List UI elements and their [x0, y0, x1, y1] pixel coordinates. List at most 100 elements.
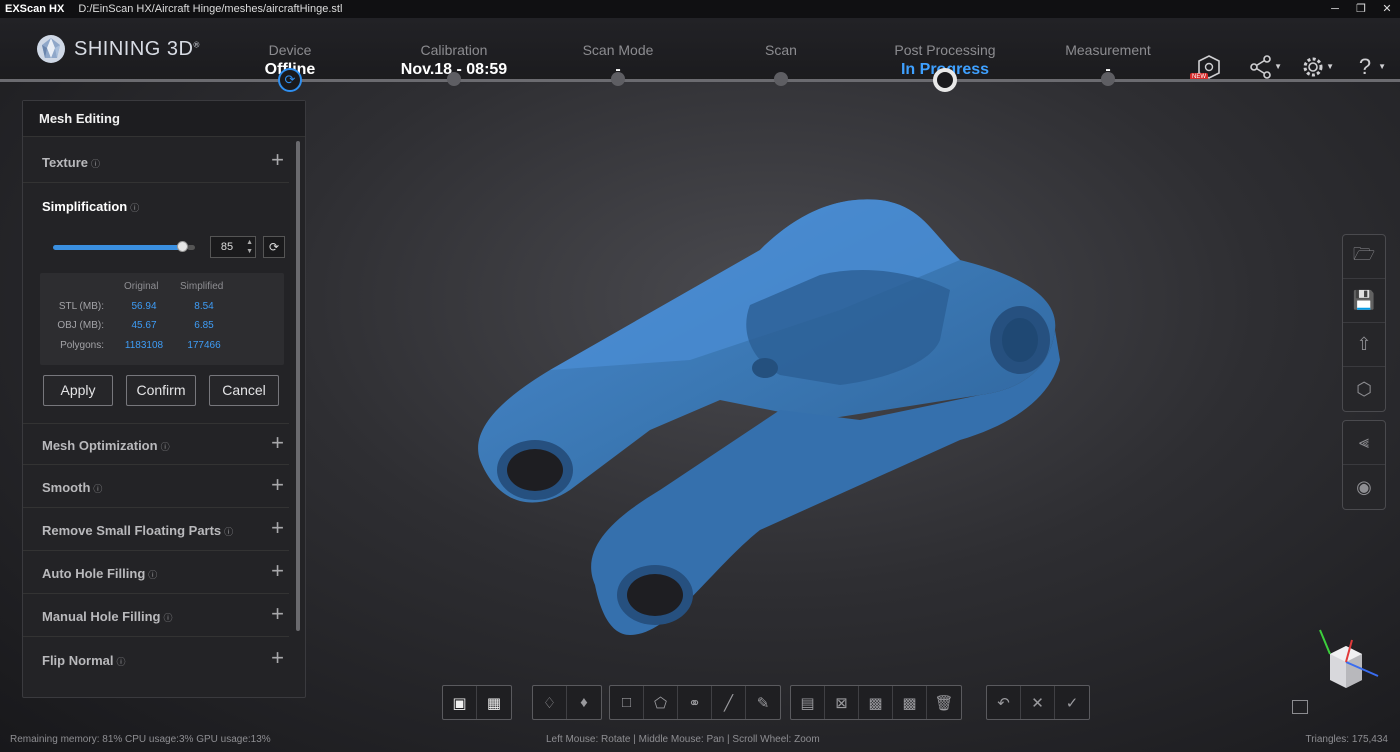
- chevron-down-icon: ▼: [1378, 62, 1386, 71]
- cancel-button[interactable]: Cancel: [209, 375, 279, 406]
- info-icon: ⓘ: [130, 203, 140, 213]
- view-mode-group: ▣ ▦: [442, 685, 512, 720]
- shining3d-logo: SHINING 3D®: [36, 34, 200, 64]
- fit-view-icon[interactable]: [1292, 700, 1308, 714]
- edit-actions-group: ↶ ✕ ✓: [986, 685, 1090, 720]
- section-mesh-optimization[interactable]: Mesh Optimization ⓘ +: [23, 423, 289, 465]
- step-node: [1101, 72, 1115, 86]
- panel-title: Mesh Editing: [23, 101, 305, 137]
- simplification-buttons: Apply Confirm Cancel: [43, 375, 279, 406]
- selection-actions-group: ▤ ⊠ ▩ ▩ 🗑: [790, 685, 962, 720]
- save-icon[interactable]: 💾: [1343, 279, 1385, 323]
- minimize-icon[interactable]: ─: [1322, 0, 1348, 18]
- rect-select-icon[interactable]: □: [610, 686, 644, 719]
- right-toolbar-view: ⫷ ◉: [1342, 420, 1386, 510]
- right-toolbar-file: 🗁 💾 ⇧ ⬡: [1342, 234, 1386, 412]
- layers-alt-icon[interactable]: ♦: [567, 686, 601, 719]
- new-features-icon[interactable]: NEW: [1190, 52, 1226, 82]
- section-smooth[interactable]: Smooth ⓘ +: [23, 466, 289, 508]
- delete-icon[interactable]: 🗑: [927, 686, 961, 719]
- mirror-icon[interactable]: ⫷: [1343, 421, 1385, 465]
- expand-plus-icon[interactable]: +: [271, 432, 284, 454]
- app-name: EXScan HX: [5, 3, 65, 15]
- logo-text: SHINING 3D®: [74, 37, 200, 60]
- view-perspective-icon[interactable]: ▣: [443, 686, 477, 719]
- workflow-progress-line: [0, 79, 1400, 82]
- brush-select-icon[interactable]: ✎: [746, 686, 780, 719]
- header: SHINING 3D® Device Offline Calibration N…: [0, 18, 1400, 82]
- layers-icon[interactable]: ♢: [533, 686, 567, 719]
- share-icon[interactable]: ▼: [1244, 52, 1282, 82]
- apply-button[interactable]: Apply: [43, 375, 113, 406]
- restore-icon[interactable]: ❐: [1348, 0, 1374, 18]
- step-scan[interactable]: Scan: [706, 42, 856, 61]
- info-icon: ⓘ: [163, 613, 173, 623]
- simplification-slider[interactable]: 85 ▲ ▼ ⟳: [53, 236, 293, 258]
- status-bar: Remaining memory: 81% CPU usage:3% GPU u…: [0, 730, 1400, 752]
- logo-gem-icon: [37, 35, 65, 63]
- step-node: [611, 72, 625, 86]
- undo-icon[interactable]: ↶: [987, 686, 1021, 719]
- lasso-select-icon[interactable]: ⚭: [678, 686, 712, 719]
- slider-fill: [53, 245, 187, 250]
- open-folder-icon[interactable]: 🗁: [1343, 235, 1385, 279]
- mesh-editing-panel: Mesh Editing Texture ⓘ + Simplification ⓘ …: [22, 100, 306, 698]
- eye-icon[interactable]: ◉: [1343, 465, 1385, 509]
- triangle-count: Triangles: 175,434: [1305, 734, 1388, 745]
- apply-check-icon[interactable]: ✓: [1055, 686, 1089, 719]
- axis-orientation-gizmo[interactable]: [1308, 622, 1388, 694]
- expand-plus-icon[interactable]: +: [271, 603, 284, 625]
- select-all-icon[interactable]: ▤: [791, 686, 825, 719]
- stepper-arrows-icon: ▲ ▼: [246, 239, 253, 255]
- expand-plus-icon[interactable]: +: [271, 149, 284, 171]
- window-controls: ─ ❐ ✕: [1322, 0, 1400, 18]
- deselect-icon[interactable]: ⊠: [825, 686, 859, 719]
- simplification-value-stepper[interactable]: 85 ▲ ▼: [210, 236, 256, 258]
- layers-group: ♢ ♦: [532, 685, 602, 720]
- info-icon: ⓘ: [160, 442, 170, 452]
- reset-icon[interactable]: ⟳: [263, 236, 285, 258]
- confirm-button[interactable]: Confirm: [126, 375, 196, 406]
- select-connected-icon[interactable]: ▩: [893, 686, 927, 719]
- settings-gear-icon[interactable]: ▼: [1296, 52, 1334, 82]
- info-icon: ⓘ: [224, 527, 234, 537]
- expand-plus-icon[interactable]: +: [271, 560, 284, 582]
- step-node: [447, 72, 461, 86]
- aircraft-hinge-mesh[interactable]: [460, 190, 1060, 650]
- info-icon: ⓘ: [91, 159, 101, 169]
- invert-select-icon[interactable]: ▩: [859, 686, 893, 719]
- info-icon: ⓘ: [93, 484, 103, 494]
- info-icon: ⓘ: [116, 657, 126, 667]
- section-flip-normal[interactable]: Flip Normal ⓘ +: [23, 639, 289, 681]
- title-bar: EXScan HX D:/EinScan HX/Aircraft Hinge/m…: [0, 0, 1400, 18]
- help-icon[interactable]: ? ▼: [1348, 52, 1386, 82]
- selection-tools-group: □ ⬠ ⚭ ╱ ✎: [609, 685, 781, 720]
- export-icon[interactable]: ⇧: [1343, 323, 1385, 367]
- cancel-icon[interactable]: ✕: [1021, 686, 1055, 719]
- view-box-icon[interactable]: ▦: [477, 686, 511, 719]
- poly-select-icon[interactable]: ⬠: [644, 686, 678, 719]
- step-node-active: [933, 68, 957, 92]
- info-icon: ⓘ: [148, 570, 158, 580]
- chevron-down-icon: ▼: [1326, 62, 1334, 71]
- top-icons: NEW ▼ ▼ ? ▼: [1190, 52, 1386, 82]
- device-refresh-icon[interactable]: ⟳: [278, 68, 302, 92]
- close-icon[interactable]: ✕: [1374, 0, 1400, 18]
- panel-scrollbar[interactable]: [296, 141, 300, 631]
- line-select-icon[interactable]: ╱: [712, 686, 746, 719]
- 3d-box-icon[interactable]: ⬡: [1343, 367, 1385, 411]
- section-remove-small-floating-parts[interactable]: Remove Small Floating Parts ⓘ +: [23, 509, 289, 551]
- slider-handle[interactable]: [177, 241, 188, 252]
- expand-plus-icon[interactable]: +: [271, 474, 284, 496]
- section-texture[interactable]: Texture ⓘ +: [23, 141, 289, 183]
- section-manual-hole-filling[interactable]: Manual Hole Filling ⓘ +: [23, 595, 289, 637]
- expand-plus-icon[interactable]: +: [271, 517, 284, 539]
- chevron-down-icon: ▼: [1274, 62, 1282, 71]
- step-node: [774, 72, 788, 86]
- section-auto-hole-filling[interactable]: Auto Hole Filling ⓘ +: [23, 552, 289, 594]
- simplification-stats: Original Simplified STL (MB): 56.94 8.54…: [40, 273, 284, 365]
- slider-rest: [187, 245, 195, 250]
- mouse-hints: Left Mouse: Rotate | Middle Mouse: Pan |…: [546, 734, 820, 745]
- file-path: D:/EinScan HX/Aircraft Hinge/meshes/airc…: [78, 3, 343, 15]
- expand-plus-icon[interactable]: +: [271, 647, 284, 669]
